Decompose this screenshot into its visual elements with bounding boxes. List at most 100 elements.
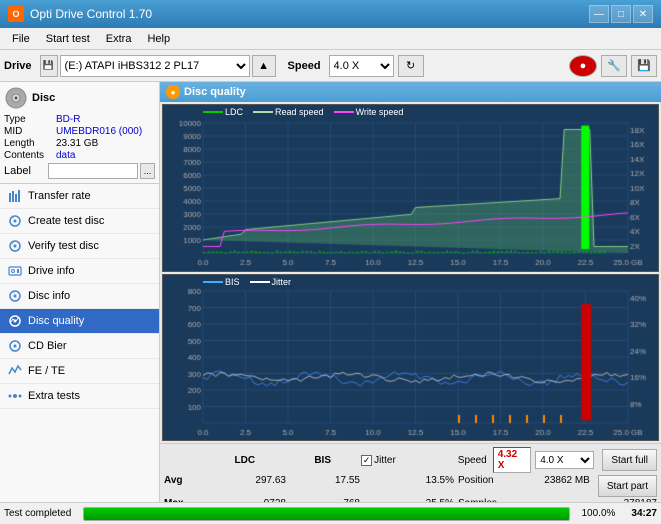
disc-label-btn[interactable]: ... xyxy=(140,163,155,179)
disc-info-icon: i xyxy=(8,289,22,303)
svg-text:i: i xyxy=(14,290,15,295)
maximize-button[interactable]: □ xyxy=(611,5,631,23)
nav-items: Transfer rate + Create test disc ✓ Verif… xyxy=(0,184,159,503)
close-button[interactable]: ✕ xyxy=(633,5,653,23)
ldc-color xyxy=(203,111,223,113)
status-text: Test completed xyxy=(4,508,71,519)
legend-read-speed-label: Read speed xyxy=(275,107,324,117)
save-button[interactable]: 💾 xyxy=(631,55,657,77)
menu-extra[interactable]: Extra xyxy=(98,31,140,47)
drive-icon xyxy=(8,264,22,278)
avg-bis: 17.55 xyxy=(290,475,360,497)
svg-text:✓: ✓ xyxy=(11,241,15,247)
ldc-chart: LDC Read speed Write speed xyxy=(162,104,659,272)
disc-type-value: BD-R xyxy=(56,114,80,125)
nav-label-transfer-rate: Transfer rate xyxy=(28,190,91,202)
disc-contents-row: Contents data xyxy=(4,150,155,161)
quality-icon xyxy=(8,314,22,328)
stats-header: LDC BIS Jitter Speed 4.32 X 4.0 X Start … xyxy=(164,447,657,473)
legend-write-speed-label: Write speed xyxy=(356,107,404,117)
disc-button[interactable]: ● xyxy=(569,55,597,77)
status-percent: 100.0% xyxy=(582,508,616,519)
avg-row: Avg 297.63 17.55 13.5% Position 23862 MB… xyxy=(164,475,657,497)
minimize-button[interactable]: — xyxy=(589,5,609,23)
drive-select[interactable]: (E:) ATAPI iHBS312 2 PL17 xyxy=(60,55,250,77)
status-time: 34:27 xyxy=(631,508,657,519)
start-full-button[interactable]: Start full xyxy=(602,449,657,471)
progress-fill xyxy=(84,508,568,520)
disc-mid-label: MID xyxy=(4,126,56,137)
legend-bis: BIS xyxy=(203,277,240,287)
app-title: Opti Drive Control 1.70 xyxy=(30,7,589,21)
sidebar-item-disc-quality[interactable]: Disc quality xyxy=(0,309,159,334)
speed-label: Speed xyxy=(288,60,321,72)
disc-length-row: Length 23.31 GB xyxy=(4,138,155,149)
speed-value-display: 4.32 X xyxy=(493,447,531,473)
legend-jitter: Jitter xyxy=(250,277,292,287)
sidebar-item-disc-info[interactable]: i Disc info xyxy=(0,284,159,309)
panel-title: Disc quality xyxy=(184,86,246,98)
disc-label-label: Label xyxy=(4,165,46,177)
chart1-canvas xyxy=(163,105,658,271)
disc-type-row: Type BD-R xyxy=(4,114,155,125)
cd-bier-icon xyxy=(8,339,22,353)
sidebar-item-drive-info[interactable]: Drive info xyxy=(0,259,159,284)
jitter-color xyxy=(250,281,270,283)
speed-select-stats[interactable]: 4.0 X xyxy=(535,451,594,469)
nav-label-cd-bier: CD Bier xyxy=(28,340,67,352)
chart1-legend: LDC Read speed Write speed xyxy=(203,107,403,117)
legend-bis-label: BIS xyxy=(225,277,240,287)
sidebar-item-transfer-rate[interactable]: Transfer rate xyxy=(0,184,159,209)
avg-label: Avg xyxy=(164,475,202,497)
bis-color xyxy=(203,281,223,283)
avg-ldc: 297.63 xyxy=(206,475,286,497)
disc-contents-value: data xyxy=(56,150,75,161)
disc-info-panel: Disc Type BD-R MID UMEBDR016 (000) Lengt… xyxy=(0,82,159,184)
main-layout: Disc Type BD-R MID UMEBDR016 (000) Lengt… xyxy=(0,82,661,524)
progress-bar xyxy=(83,507,569,521)
speed-label-header: Speed xyxy=(458,455,487,466)
disc-header: Disc xyxy=(4,86,155,110)
start-part-button[interactable]: Start part xyxy=(598,475,657,497)
sidebar-item-verify-test-disc[interactable]: ✓ Verify test disc xyxy=(0,234,159,259)
disc-label-input[interactable] xyxy=(48,163,138,179)
sidebar-item-cd-bier[interactable]: CD Bier xyxy=(0,334,159,359)
position-label: Position xyxy=(458,475,540,497)
legend-ldc-label: LDC xyxy=(225,107,243,117)
disc-info-title: Disc xyxy=(32,92,55,104)
settings-button[interactable]: 🔧 xyxy=(601,55,627,77)
nav-label-drive-info: Drive info xyxy=(28,265,74,277)
jitter-checkbox[interactable] xyxy=(361,455,372,466)
menu-start-test[interactable]: Start test xyxy=(38,31,98,47)
disc-header-icon xyxy=(4,86,28,110)
sidebar-item-extra-tests[interactable]: Extra tests xyxy=(0,384,159,409)
drive-label: Drive xyxy=(4,60,32,72)
nav-label-verify-test-disc: Verify test disc xyxy=(28,240,99,252)
disc-length-value: 23.31 GB xyxy=(56,138,98,149)
jitter-checkbox-group: Jitter xyxy=(361,455,450,466)
window-controls: — □ ✕ xyxy=(589,5,653,23)
legend-ldc: LDC xyxy=(203,107,243,117)
sidebar-item-fe-te[interactable]: FE / TE xyxy=(0,359,159,384)
speed-select[interactable]: 4.0 X xyxy=(329,55,394,77)
stats-bis-header: BIS xyxy=(288,455,357,466)
jitter-label: Jitter xyxy=(374,455,396,466)
drive-icon: 💾 xyxy=(40,55,58,77)
nav-label-disc-info: Disc info xyxy=(28,290,70,302)
nav-label-extra-tests: Extra tests xyxy=(28,390,80,402)
eject-button[interactable]: ▲ xyxy=(252,55,276,77)
nav-label-disc-quality: Disc quality xyxy=(28,315,84,327)
sidebar-item-create-test-disc[interactable]: + Create test disc xyxy=(0,209,159,234)
chart2-canvas xyxy=(163,275,658,441)
legend-write-speed: Write speed xyxy=(334,107,404,117)
refresh-button[interactable]: ↻ xyxy=(398,55,424,77)
sidebar: Disc Type BD-R MID UMEBDR016 (000) Lengt… xyxy=(0,82,160,524)
chart2-legend: BIS Jitter xyxy=(203,277,291,287)
bis-chart: BIS Jitter xyxy=(162,274,659,442)
verify-icon: ✓ xyxy=(8,239,22,253)
menu-help[interactable]: Help xyxy=(139,31,178,47)
panel-title-bar: ● Disc quality xyxy=(160,82,661,102)
extra-icon xyxy=(8,389,22,403)
menu-file[interactable]: File xyxy=(4,31,38,47)
disc-mid-value: UMEBDR016 (000) xyxy=(56,126,142,137)
